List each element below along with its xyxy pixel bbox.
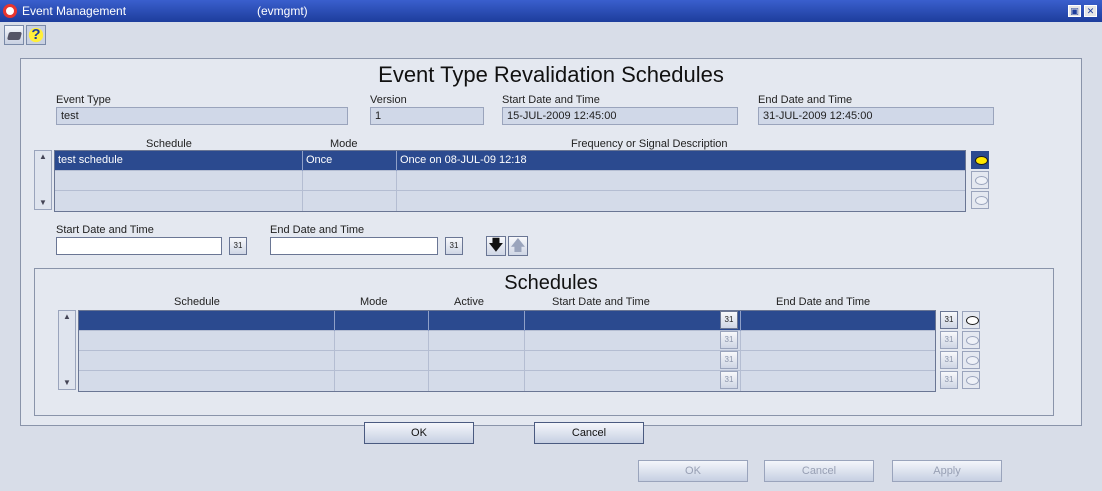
start-date-cell[interactable] — [525, 351, 741, 371]
calendar-icon[interactable]: 31 — [940, 311, 958, 329]
move-down-button[interactable]: 🡇 — [486, 236, 506, 256]
table-row[interactable] — [79, 371, 935, 391]
comment-bubble-icon[interactable] — [962, 351, 980, 369]
calendar-icon[interactable]: 31 — [940, 331, 958, 349]
toolbar: ? — [0, 22, 1102, 48]
column-header-active: Active — [454, 296, 484, 308]
help-icon[interactable]: ? — [26, 25, 46, 45]
table-row[interactable] — [55, 171, 965, 191]
description-cell[interactable] — [397, 191, 965, 211]
column-header-start-date: Start Date and Time — [552, 296, 650, 308]
mode-cell[interactable] — [335, 311, 429, 331]
mode-cell[interactable] — [335, 371, 429, 391]
mode-cell[interactable]: Once — [303, 151, 397, 171]
schedule-cell[interactable] — [79, 311, 335, 331]
active-cell[interactable] — [429, 331, 525, 351]
table-row[interactable] — [79, 311, 935, 331]
version-label: Version — [370, 94, 407, 106]
page-title: Event Type Revalidation Schedules — [378, 62, 724, 87]
footer-ok-button[interactable]: OK — [638, 460, 748, 482]
window-title: Event Management — [22, 4, 127, 18]
move-up-button[interactable]: 🡅 — [508, 236, 528, 256]
filter-end-input[interactable] — [270, 237, 438, 255]
footer-apply-button[interactable]: Apply — [892, 460, 1002, 482]
column-header-mode: Mode — [330, 138, 358, 150]
filter-start-label: Start Date and Time — [56, 224, 154, 236]
oracle-app-icon — [3, 4, 17, 18]
scroll-down-icon[interactable]: ▼ — [35, 197, 51, 209]
column-header-description: Frequency or Signal Description — [571, 138, 728, 150]
description-cell[interactable] — [397, 171, 965, 191]
active-cell[interactable] — [429, 311, 525, 331]
schedule-cell[interactable] — [79, 351, 335, 371]
footer-cancel-button[interactable]: Cancel — [764, 460, 874, 482]
comment-bubble-icon[interactable] — [971, 171, 989, 189]
active-cell[interactable] — [429, 351, 525, 371]
calendar-icon[interactable]: 31 — [720, 311, 738, 329]
window-module-name: (evmgmt) — [257, 4, 308, 18]
column-header-schedule: Schedule — [146, 138, 192, 150]
mode-cell[interactable] — [303, 171, 397, 191]
version-field[interactable]: 1 — [370, 107, 484, 125]
save-icon[interactable] — [4, 25, 24, 45]
calendar-icon[interactable]: 31 — [720, 371, 738, 389]
filter-start-input[interactable] — [56, 237, 222, 255]
filter-end-label: End Date and Time — [270, 224, 365, 236]
schedule-cell[interactable] — [55, 171, 303, 191]
schedule-cell[interactable]: test schedule — [55, 151, 303, 171]
column-header-mode: Mode — [360, 296, 388, 308]
schedule-grid-scrollbar[interactable]: ▲ ▼ — [34, 150, 52, 210]
table-row[interactable] — [79, 351, 935, 371]
calendar-icon[interactable]: 31 — [940, 351, 958, 369]
mode-cell[interactable] — [303, 191, 397, 211]
scroll-up-icon[interactable]: ▲ — [35, 151, 51, 163]
calendar-icon[interactable]: 31 — [445, 237, 463, 255]
ok-button[interactable]: OK — [364, 422, 474, 444]
mode-cell[interactable] — [335, 351, 429, 371]
schedule-grid: test schedule Once Once on 08-JUL-09 12:… — [54, 150, 966, 212]
scroll-down-icon[interactable]: ▼ — [59, 377, 75, 389]
end-date-field[interactable]: 31-JUL-2009 12:45:00 — [758, 107, 994, 125]
start-date-cell[interactable] — [525, 371, 741, 391]
schedules-title: Schedules — [504, 272, 598, 294]
schedule-cell[interactable] — [79, 371, 335, 391]
column-header-schedule: Schedule — [174, 296, 220, 308]
start-date-cell[interactable] — [525, 311, 741, 331]
schedule-cell[interactable] — [55, 191, 303, 211]
table-row[interactable]: test schedule Once Once on 08-JUL-09 12:… — [55, 151, 965, 171]
comment-bubble-icon[interactable] — [962, 311, 980, 329]
end-date-cell[interactable] — [741, 371, 935, 391]
table-row[interactable] — [79, 331, 935, 351]
close-icon[interactable]: ✕ — [1084, 5, 1097, 17]
comment-bubble-icon[interactable] — [971, 191, 989, 209]
calendar-icon[interactable]: 31 — [229, 237, 247, 255]
active-cell[interactable] — [429, 371, 525, 391]
end-date-cell[interactable] — [741, 351, 935, 371]
event-type-label: Event Type — [56, 94, 111, 106]
end-date-cell[interactable] — [741, 311, 935, 331]
scroll-up-icon[interactable]: ▲ — [59, 311, 75, 323]
mode-cell[interactable] — [335, 331, 429, 351]
column-header-end-date: End Date and Time — [776, 296, 871, 308]
cancel-button[interactable]: Cancel — [534, 422, 644, 444]
end-date-label: End Date and Time — [758, 94, 853, 106]
schedule-cell[interactable] — [79, 331, 335, 351]
calendar-icon[interactable]: 31 — [940, 371, 958, 389]
start-date-field[interactable]: 15-JUL-2009 12:45:00 — [502, 107, 738, 125]
end-date-cell[interactable] — [741, 331, 935, 351]
start-date-label: Start Date and Time — [502, 94, 600, 106]
schedules-grid — [78, 310, 936, 392]
comment-bubble-icon[interactable] — [962, 371, 980, 389]
table-row[interactable] — [55, 191, 965, 211]
calendar-icon[interactable]: 31 — [720, 351, 738, 369]
calendar-icon[interactable]: 31 — [720, 331, 738, 349]
start-date-cell[interactable] — [525, 331, 741, 351]
schedules-scrollbar[interactable]: ▲ ▼ — [58, 310, 76, 390]
maximize-icon[interactable]: ▣ — [1068, 5, 1081, 17]
event-type-field[interactable]: test — [56, 107, 348, 125]
window-title-bar[interactable]: Event Management (evmgmt) ▣ ✕ — [0, 0, 1102, 22]
comment-bubble-icon[interactable] — [962, 331, 980, 349]
description-cell[interactable]: Once on 08-JUL-09 12:18 — [397, 151, 965, 171]
comment-bubble-icon[interactable] — [971, 151, 989, 169]
